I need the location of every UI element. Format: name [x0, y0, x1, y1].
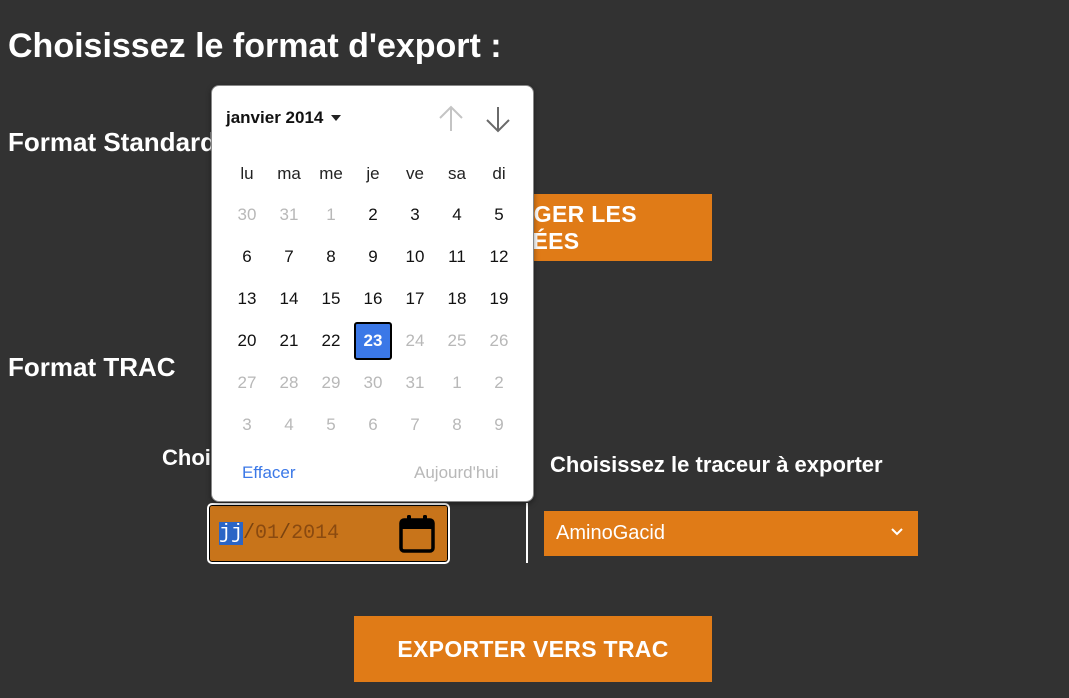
standard-format-title: Format Standard	[8, 127, 217, 157]
calendar-icon[interactable]	[399, 514, 435, 554]
day-cell[interactable]: 14	[268, 278, 310, 320]
day-cell[interactable]: 9	[352, 236, 394, 278]
clear-button[interactable]: Effacer	[242, 463, 296, 483]
arrow-down-icon[interactable]	[484, 104, 512, 134]
selected-day[interactable]: 23	[354, 322, 392, 360]
day-cell[interactable]: 5	[478, 194, 520, 236]
day-cell[interactable]: 2	[478, 362, 520, 404]
day-cell[interactable]: 6	[226, 236, 268, 278]
weekday-label: lu	[240, 164, 254, 183]
weekday-label: ma	[277, 164, 301, 183]
day-cell[interactable]: 3	[226, 404, 268, 446]
weekday-label: di	[492, 164, 506, 183]
trac-format-title: Format TRAC	[8, 352, 176, 382]
day-cell[interactable]: 10	[394, 236, 436, 278]
day-cell[interactable]: 17	[394, 278, 436, 320]
month-year-label: janvier 2014	[226, 108, 324, 127]
day-cell[interactable]: 11	[436, 236, 478, 278]
tracer-label: Choisissez le traceur à exporter	[550, 452, 883, 477]
tracer-select-value: AminoGacid	[556, 522, 665, 544]
day-cell[interactable]: 31	[268, 194, 310, 236]
weekday-header: lu ma me je ve sa di	[226, 164, 520, 184]
year-segment[interactable]: 2014	[291, 522, 339, 545]
day-cell[interactable]: 26	[478, 320, 520, 362]
day-cell[interactable]: 8	[436, 404, 478, 446]
day-cell[interactable]: 21	[268, 320, 310, 362]
month-year-selector[interactable]: janvier 2014	[226, 108, 342, 128]
day-cell[interactable]: 7	[268, 236, 310, 278]
day-cell[interactable]: 8	[310, 236, 352, 278]
day-cell[interactable]: 7	[394, 404, 436, 446]
day-cell[interactable]: 27	[226, 362, 268, 404]
day-cell[interactable]: 30	[226, 194, 268, 236]
tracer-select[interactable]: AminoGacid	[544, 511, 918, 556]
day-cell[interactable]: 3	[394, 194, 436, 236]
month-segment[interactable]: 01	[255, 522, 279, 545]
weekday-label: je	[366, 164, 380, 183]
divider	[526, 503, 528, 563]
day-segment[interactable]: jj	[219, 522, 244, 545]
day-cell[interactable]: 20	[226, 320, 268, 362]
day-cell[interactable]: 19	[478, 278, 520, 320]
day-cell[interactable]: 22	[310, 320, 352, 362]
day-cell[interactable]: 1	[436, 362, 478, 404]
weekday-label: ve	[406, 164, 424, 183]
caret-down-icon	[331, 115, 342, 121]
day-cell[interactable]: 12	[478, 236, 520, 278]
day-cell[interactable]: 16	[352, 278, 394, 320]
date-separator: /	[279, 522, 292, 545]
day-cell[interactable]: 9	[478, 404, 520, 446]
today-button[interactable]: Aujourd'hui	[414, 463, 499, 483]
day-cell[interactable]: 30	[352, 362, 394, 404]
arrow-up-icon[interactable]	[437, 104, 465, 134]
day-cell[interactable]: 6	[352, 404, 394, 446]
day-cell[interactable]: 1	[310, 194, 352, 236]
day-cell[interactable]: 15	[310, 278, 352, 320]
day-grid: 30 31 1 2 3 4 5 6 7 8 9 10 11 12 13 14 15 16 17 18 19 20 21 22 2…	[226, 194, 520, 446]
day-cell[interactable]: 5	[310, 404, 352, 446]
weekday-label: me	[319, 164, 343, 183]
day-cell[interactable]: 29	[310, 362, 352, 404]
page-title: Choisissez le format d'export :	[8, 27, 502, 65]
day-cell[interactable]: 31	[394, 362, 436, 404]
date-input[interactable]: jj/01/2014	[207, 503, 450, 564]
day-cell[interactable]: 25	[436, 320, 478, 362]
day-cell[interactable]: 2	[352, 194, 394, 236]
chevron-down-icon	[891, 528, 903, 536]
day-cell[interactable]: 24	[394, 320, 436, 362]
weekday-label: sa	[448, 164, 466, 183]
date-separator: /	[243, 522, 256, 545]
day-cell[interactable]: 28	[268, 362, 310, 404]
day-cell[interactable]: 18	[436, 278, 478, 320]
date-field-text[interactable]: jj/01/2014	[219, 522, 339, 545]
day-cell[interactable]: 4	[268, 404, 310, 446]
day-cell[interactable]: 13	[226, 278, 268, 320]
export-trac-button[interactable]: EXPORTER VERS TRAC	[354, 616, 712, 682]
date-picker-popup: janvier 2014 lu ma me je ve sa di 30 31 1 2 3 4 5 6 7 8…	[211, 85, 534, 502]
day-cell[interactable]: 4	[436, 194, 478, 236]
